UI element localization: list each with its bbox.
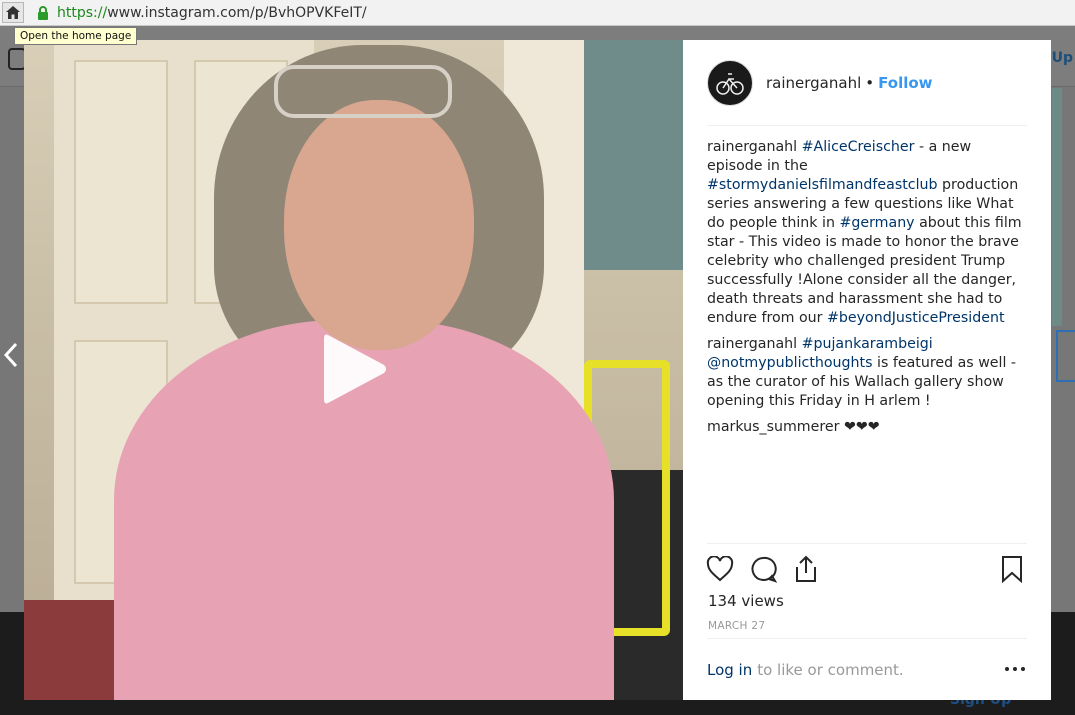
like-button[interactable] [705,554,735,584]
hashtag-link[interactable]: #AliceCreischer [802,139,915,155]
prev-post-button[interactable] [2,340,20,370]
address-field[interactable]: https://www.instagram.com/p/BvhOPVKFeIT/ [33,3,1073,23]
play-button[interactable] [320,329,390,409]
follow-button[interactable]: Follow [878,74,932,92]
login-prompt-text: to like or comment. [757,661,904,679]
post-sidebar: rainerganahl • Follow rainerganahl #Alic… [683,40,1051,700]
hashtag-link[interactable]: #beyondJusticePresident [827,310,1004,326]
action-icons [705,554,1027,588]
post-username[interactable]: rainerganahl [766,74,861,92]
comments-list: rainerganahl #AliceCreischer - a new epi… [707,138,1029,444]
comment-button[interactable] [748,554,778,584]
bookmark-icon [1002,556,1022,583]
share-button[interactable] [791,554,821,584]
separator-dot: • [865,73,875,92]
video-frame-glasses [274,65,452,118]
lock-icon [38,6,48,20]
video-frame-window [584,40,683,270]
comment-author[interactable]: rainerganahl [707,139,797,155]
avatar[interactable] [707,59,753,106]
backdrop-image [1052,88,1062,326]
comment: rainerganahl #AliceCreischer - a new epi… [707,138,1029,328]
video-player[interactable] [24,40,683,700]
post-date[interactable]: MARCH 27 [708,620,765,632]
comment-icon [751,556,777,583]
more-options-button[interactable] [1003,661,1027,677]
login-prompt: Log in to like or comment. [707,638,1027,701]
door-panel [74,60,168,304]
url-text: https://www.instagram.com/p/BvhOPVKFeIT/ [57,5,367,21]
login-link[interactable]: Log in [707,661,752,679]
home-icon [6,6,20,19]
comment-text: ❤❤❤ [843,419,880,435]
home-button[interactable] [2,2,24,23]
comment-author[interactable]: rainerganahl [707,336,797,352]
bicycle-icon [716,72,744,95]
chevron-left-icon [4,342,18,368]
post-modal: rainerganahl • Follow rainerganahl #Alic… [24,40,1051,700]
tooltip: Open the home page [14,27,138,45]
comment-author[interactable]: markus_summerer [707,419,839,435]
more-options-icon [1005,667,1025,671]
hashtag-link[interactable]: #stormydanielsfilmandfeastclub [707,177,938,193]
view-count[interactable]: 134 views [708,592,784,610]
share-icon [796,555,816,582]
url-protocol: https:// [57,5,108,21]
save-button[interactable] [997,554,1027,584]
heart-icon [706,556,734,582]
comment: rainerganahl #pujankarambeigi @notmypubl… [707,335,1029,411]
mention-link[interactable]: @notmypublicthoughts [707,355,873,371]
comment: markus_summerer ❤❤❤ [707,418,1029,437]
url-path: www.instagram.com/p/BvhOPVKFeIT/ [107,5,367,21]
next-post-button[interactable] [1056,330,1075,382]
post-header: rainerganahl • Follow [707,40,1027,126]
video-frame-face [284,100,474,350]
play-icon [324,334,386,404]
hashtag-link[interactable]: #germany [839,215,914,231]
browser-url-bar: https://www.instagram.com/p/BvhOPVKFeIT/ [0,0,1075,26]
hashtag-link[interactable]: #pujankarambeigi [802,336,933,352]
